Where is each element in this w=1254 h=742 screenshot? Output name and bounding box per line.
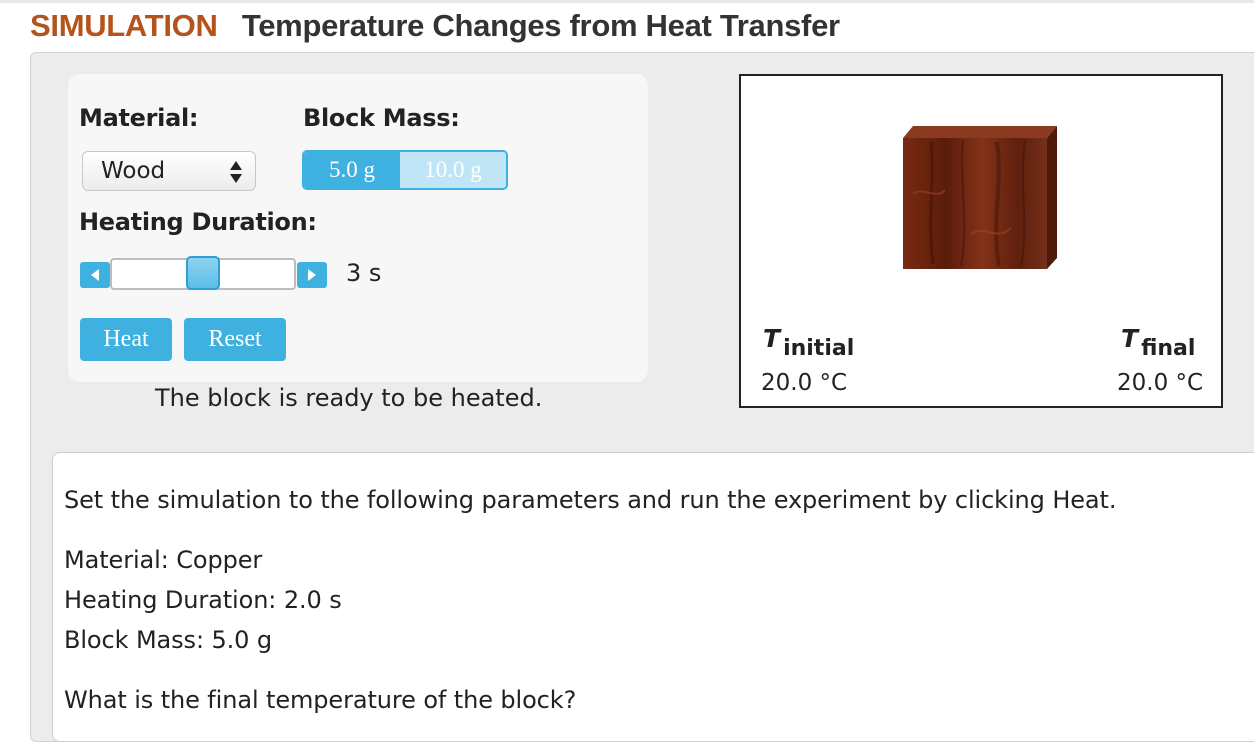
temperature-display: Tinitial Tfinal 20.0 °C 20.0 °C: [739, 74, 1223, 408]
mass-option-10g[interactable]: 10.0 g: [400, 152, 506, 188]
material-select-value: Wood: [101, 158, 166, 184]
instruction-text: Set the simulation to the following para…: [64, 486, 1117, 514]
heat-button[interactable]: Heat: [80, 318, 172, 361]
heating-duration-label: Heating Duration:: [79, 208, 317, 236]
simulation-label: SIMULATION: [30, 8, 218, 43]
wood-block-icon: [903, 126, 1057, 269]
top-divider: [0, 0, 1254, 3]
param-mass: Block Mass: 5.0 g: [64, 626, 273, 654]
page-title: Temperature Changes from Heat Transfer: [241, 8, 840, 43]
duration-value: 3 s: [346, 259, 382, 287]
t-symbol: T: [763, 324, 781, 353]
t-symbol: T: [1121, 324, 1139, 353]
block-mass-label: Block Mass:: [303, 104, 460, 132]
t-final-subscript: final: [1141, 336, 1196, 361]
updown-arrows-icon: [230, 161, 242, 183]
param-duration: Heating Duration: 2.0 s: [64, 586, 342, 614]
material-label: Material:: [79, 104, 199, 132]
t-final-label: Tfinal: [1121, 324, 1196, 361]
param-material: Material: Copper: [64, 546, 263, 574]
duration-increase-button[interactable]: [297, 262, 327, 288]
t-initial-label: Tinitial: [763, 324, 855, 361]
duration-slider-thumb[interactable]: [186, 256, 220, 290]
right-arrow-icon: [308, 269, 316, 281]
material-select[interactable]: Wood: [82, 151, 256, 191]
block-mass-toggle: 5.0 g 10.0 g: [302, 150, 508, 190]
left-arrow-icon: [91, 269, 99, 281]
page-header: SIMULATION Temperature Changes from Heat…: [30, 8, 840, 44]
reset-button[interactable]: Reset: [184, 318, 286, 361]
mass-option-5g[interactable]: 5.0 g: [304, 152, 400, 188]
duration-decrease-button[interactable]: [80, 262, 110, 288]
status-message: The block is ready to be heated.: [155, 384, 543, 412]
t-initial-subscript: initial: [783, 336, 855, 361]
question-prompt: What is the final temperature of the blo…: [64, 686, 577, 714]
t-final-value: 20.0 °C: [1117, 370, 1204, 396]
t-initial-value: 20.0 °C: [761, 370, 848, 396]
